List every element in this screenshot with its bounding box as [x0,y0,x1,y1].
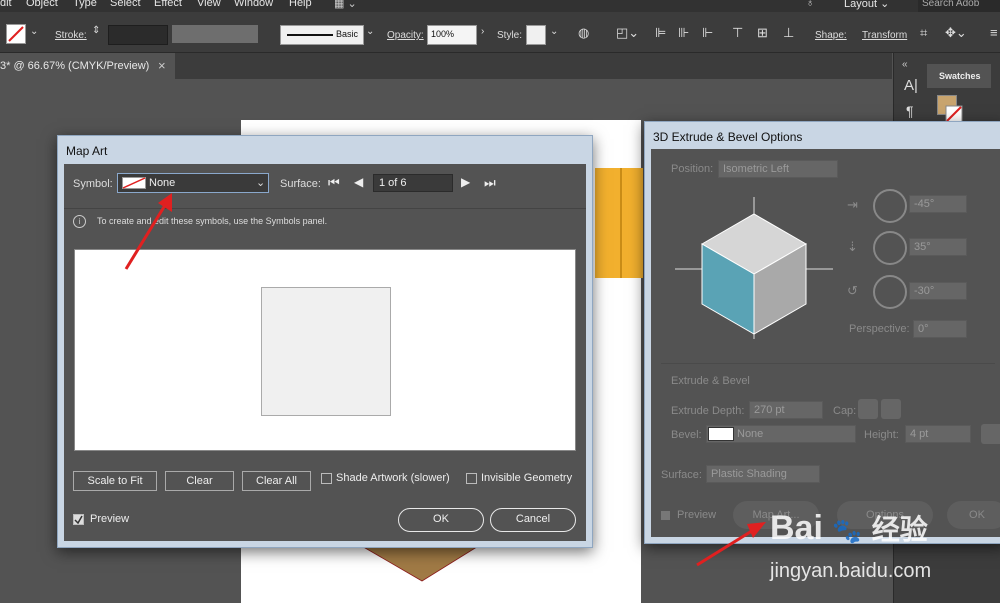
watermark-url: jingyan.baidu.com [770,560,932,582]
watermark-brand-cn: 经验 [871,514,928,545]
arrow-to-symbol-dropdown [124,193,172,270]
watermark-brand: Bai 🐾 经验 [770,508,928,548]
paw-logo-icon: 🐾 [832,518,863,545]
arrow-to-map-art-button [696,522,766,567]
watermark-brand-text: Bai [770,509,823,547]
